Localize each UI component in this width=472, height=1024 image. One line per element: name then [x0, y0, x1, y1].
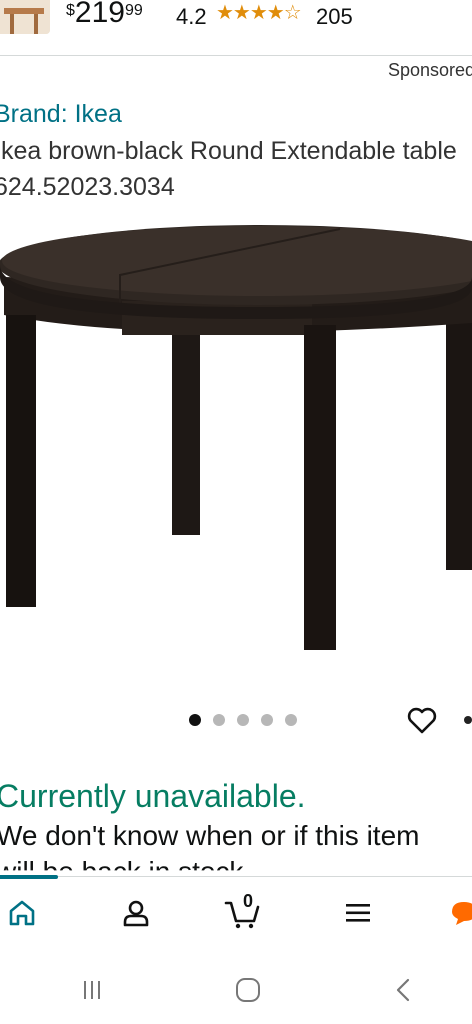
nav-chat-button[interactable] [444, 893, 472, 933]
availability-note: We don't know when or if this item [0, 820, 420, 851]
carousel-dot[interactable] [189, 714, 201, 726]
brand-link[interactable]: Brand: Ikea [0, 100, 122, 129]
person-icon [123, 900, 149, 927]
system-back-button[interactable] [384, 970, 424, 1010]
image-carousel-indicator[interactable] [189, 714, 297, 726]
carousel-dot[interactable] [285, 714, 297, 726]
rating-value: 4.2 [176, 4, 207, 29]
cart-count-badge: 0 [243, 891, 254, 911]
share-icon[interactable] [464, 716, 472, 724]
bottom-navigation [0, 875, 472, 952]
product-model-number: 624.52023.3034 [0, 173, 175, 201]
heart-icon[interactable] [406, 704, 438, 736]
carousel-dot[interactable] [261, 714, 273, 726]
nav-menu-button[interactable] [338, 893, 378, 933]
system-navigation-bar [0, 952, 472, 1024]
active-tab-indicator [0, 875, 58, 879]
carousel-dot[interactable] [237, 714, 249, 726]
star-rating-icon: ★★★★☆ [216, 2, 302, 24]
product-page: $21999 4.2 ★★★★☆ 205 Sponsored Brand: Ik… [0, 0, 472, 1024]
product-title: Ikea brown-black Round Extendable table [0, 137, 457, 165]
nav-home-button[interactable] [2, 893, 42, 933]
chat-bubble-icon [452, 902, 472, 925]
availability-status: Currently unavailable. [0, 778, 306, 814]
carousel-dot[interactable] [213, 714, 225, 726]
nav-cart-button[interactable] [222, 893, 262, 933]
system-home-button[interactable] [228, 970, 268, 1010]
review-count[interactable]: 205 [316, 4, 353, 30]
home-circle-icon [236, 978, 260, 1002]
recent-apps-button[interactable] [72, 970, 112, 1010]
home-icon [9, 900, 35, 926]
product-price: $21999 [66, 0, 143, 29]
hamburger-icon [346, 904, 370, 922]
product-summary-strip[interactable]: $21999 4.2 ★★★★☆ 205 [0, 0, 472, 56]
nav-account-button[interactable] [116, 893, 156, 933]
back-chevron-icon [396, 978, 410, 1002]
sponsored-label[interactable]: Sponsored [388, 60, 472, 81]
recent-apps-icon [84, 981, 100, 999]
product-thumbnail[interactable] [0, 0, 50, 34]
product-image[interactable] [0, 215, 472, 665]
cart-icon [224, 901, 260, 929]
